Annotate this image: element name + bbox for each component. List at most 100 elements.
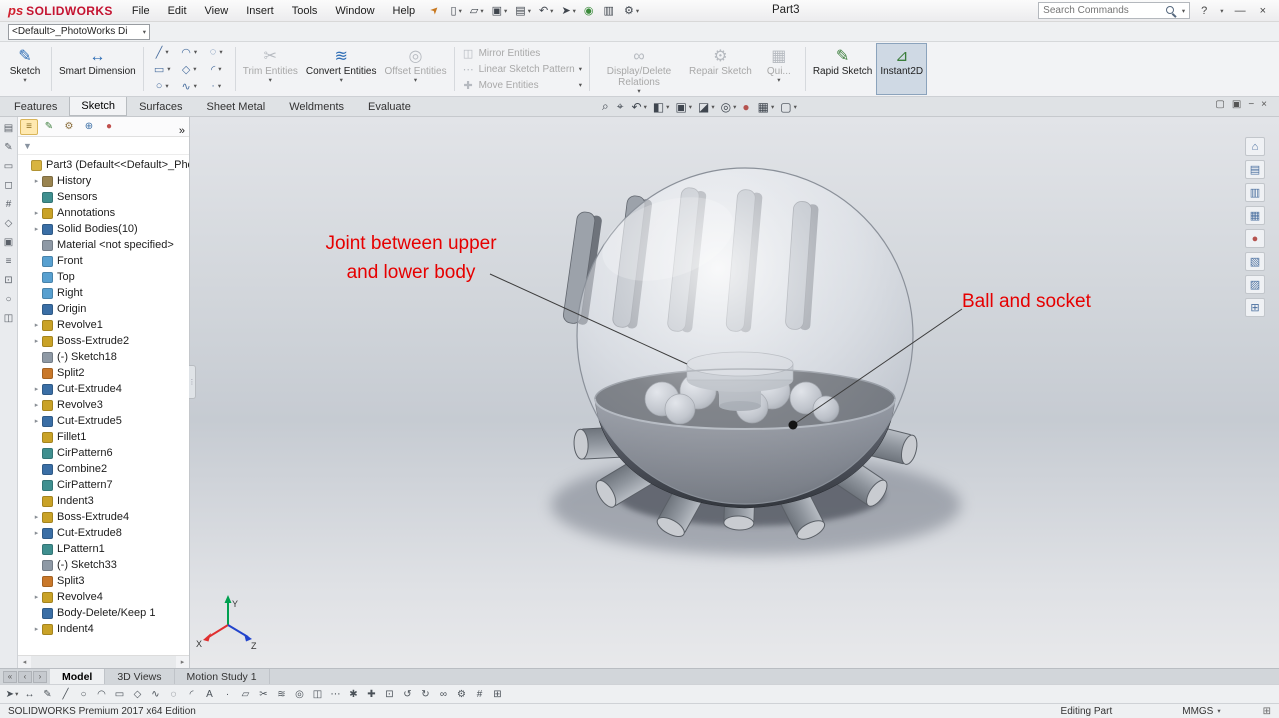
instant2d-button[interactable]: ⊿ Instant2D [876, 43, 928, 95]
viewport-close-icon[interactable]: × [1261, 99, 1267, 110]
offset-entities-button[interactable]: ◎ Offset Entities ▾ [381, 43, 451, 95]
graphics-viewport[interactable]: Y X Z Joint between upper and lower body… [190, 117, 1279, 668]
arc-tool[interactable]: ◠ ▾ [176, 44, 203, 61]
propertymanager-tab-icon[interactable]: ✎ [40, 119, 58, 135]
menu-item[interactable]: Window [326, 1, 383, 21]
rapid-sketch-button[interactable]: ✎ Rapid Sketch [809, 43, 876, 95]
file-properties-icon[interactable]: ▥ [600, 2, 620, 19]
zoom-to-area-icon[interactable]: ⌖ [615, 98, 628, 115]
ellipse-tool[interactable]: ◌ [166, 687, 182, 702]
expand-arrow-icon[interactable]: ▸ [31, 177, 42, 185]
menu-item[interactable]: Help [384, 1, 425, 21]
apply-scene-icon[interactable]: ▦ ▾ [756, 99, 777, 115]
trim-entities-button[interactable]: ✂ Trim Entities ▾ [239, 43, 302, 95]
print-icon[interactable]: ▤ ▾ [511, 2, 535, 19]
tree-horizontal-scrollbar[interactable]: ◂ ▸ [18, 655, 189, 668]
tree-item[interactable]: ▸ Revolve1 [18, 317, 189, 333]
tree-item[interactable]: ▸ Indent4 [18, 621, 189, 637]
search-commands-input[interactable] [1043, 5, 1162, 16]
expand-arrow-icon[interactable]: ▸ [31, 513, 42, 521]
tree-item[interactable]: ▸ Revolve3 [18, 397, 189, 413]
menu-item[interactable]: Tools [283, 1, 327, 21]
relations-tool[interactable]: ∞ [436, 687, 452, 702]
expand-arrow-icon[interactable]: ▸ [31, 337, 42, 345]
custom-properties-icon[interactable]: ▧ [1245, 252, 1265, 271]
tree-item[interactable]: (-) Sketch33 [18, 557, 189, 573]
file-explorer-icon[interactable]: ▥ [1245, 183, 1265, 202]
circular-pattern-tool[interactable]: ✱ [346, 687, 362, 702]
dock-toolbar-icon[interactable]: ◫ [4, 313, 13, 324]
ball-socket-point[interactable] [788, 420, 798, 430]
annotation-joint[interactable]: Joint between upper and lower body [278, 229, 544, 288]
tree-item[interactable]: Front [18, 253, 189, 269]
statusbar-expand-icon[interactable]: ⊞ [1263, 706, 1271, 717]
linear-sketch-pattern-button[interactable]: ⋯ Linear Sketch Pattern ▾ [458, 62, 586, 77]
viewport-restore-icon[interactable]: ▣ [1232, 99, 1241, 110]
search-icon[interactable] [1165, 5, 1177, 17]
move-entities-button[interactable]: ✚ Move Entities ▾ [458, 78, 586, 93]
dock-toolbar-icon[interactable]: ⊡ [4, 275, 12, 286]
tree-item[interactable]: ▸ Solid Bodies(10) [18, 221, 189, 237]
tree-item[interactable]: Top [18, 269, 189, 285]
zoom-to-fit-icon[interactable]: ⌕ [600, 98, 613, 115]
polygon-tool[interactable]: ◇ [130, 687, 146, 702]
tab-3d-views[interactable]: 3D Views [105, 669, 175, 684]
scroll-right-icon[interactable]: ▸ [176, 658, 189, 666]
quick-snaps-button[interactable]: ▦ Qui... ▾ [756, 43, 802, 95]
view-settings-icon[interactable]: ▢ ▾ [778, 99, 799, 115]
expand-arrow-icon[interactable]: ▸ [31, 321, 42, 329]
tab-evaluate[interactable]: Evaluate [356, 97, 423, 116]
tree-item[interactable]: Part3 (Default<<Default>_PhotoW [18, 157, 189, 173]
circle-tool[interactable]: ○ ▾ [149, 78, 176, 95]
move-tool[interactable]: ✚ [364, 687, 380, 702]
smart-dimension-button[interactable]: ↔ Smart Dimension [55, 43, 140, 95]
expand-arrow-icon[interactable]: ▸ [31, 593, 42, 601]
tab-sketch[interactable]: Sketch [69, 96, 128, 116]
mirror-tool[interactable]: ◫ [310, 687, 326, 702]
mirror-entities-button[interactable]: ◫ Mirror Entities [458, 46, 586, 61]
menu-item[interactable]: File [123, 1, 159, 21]
tree-item[interactable]: Right [18, 285, 189, 301]
configurationmanager-tab-icon[interactable]: ⚙ [60, 119, 78, 135]
displaymanager-tab-icon[interactable]: ● [100, 119, 118, 135]
tree-item[interactable]: ▸ History [18, 173, 189, 189]
convert-entities-tool[interactable]: ≋ [274, 687, 290, 702]
pin-icon[interactable]: ➤ [428, 4, 442, 18]
solidworks-forum-icon[interactable]: ▨ [1245, 275, 1265, 294]
model-canvas[interactable]: Y X Z [190, 117, 1279, 668]
expand-arrow-icon[interactable]: ▸ [31, 625, 42, 633]
expand-arrow-icon[interactable]: ▸ [31, 385, 42, 393]
menu-item[interactable]: Insert [237, 1, 283, 21]
tree-item[interactable]: Material <not specified> [18, 237, 189, 253]
search-caret-icon[interactable]: ▾ [1182, 7, 1185, 15]
spline-tool[interactable]: ∿ [148, 687, 164, 702]
tree-item[interactable]: Fillet1 [18, 429, 189, 445]
linear-pattern-tool[interactable]: ⋯ [328, 687, 344, 702]
tab-scroll-prev-icon[interactable]: ‹ [18, 670, 32, 683]
tree-item[interactable]: LPattern1 [18, 541, 189, 557]
expand-arrow-icon[interactable]: ▸ [31, 209, 42, 217]
tab-surfaces[interactable]: Surfaces [127, 97, 194, 116]
display-delete-relations-button[interactable]: ∞ Display/Delete Relations ▾ [593, 43, 685, 95]
appearances-icon[interactable]: ● [1245, 229, 1265, 248]
tab-motion-study-1[interactable]: Motion Study 1 [175, 669, 270, 684]
snap-tool[interactable]: # [472, 687, 488, 702]
spline-tool[interactable]: ∿ ▾ [176, 78, 203, 95]
edit-appearance-icon[interactable]: ● [740, 99, 753, 115]
plane-tool[interactable]: ▱ [238, 687, 254, 702]
configuration-dropdown[interactable]: <Default>_PhotoWorks Di ▾ [8, 23, 150, 40]
tree-item[interactable]: ▸ Annotations [18, 205, 189, 221]
tree-item[interactable]: ▸ Boss-Extrude4 [18, 509, 189, 525]
options-icon[interactable]: ⚙ ▾ [620, 2, 643, 19]
xpress-products-icon[interactable]: ⊞ [1245, 298, 1265, 317]
select-tool[interactable]: ➤ ▾ [4, 687, 20, 702]
help-button[interactable]: ? [1198, 5, 1210, 17]
tree-tabs-expand-icon[interactable]: » [177, 121, 187, 141]
point-tool[interactable]: · [220, 687, 236, 702]
tree-item[interactable]: Origin [18, 301, 189, 317]
panel-splitter[interactable]: ⋮ [189, 365, 196, 399]
grid-tool[interactable]: ⊞ [490, 687, 506, 702]
dock-toolbar-icon[interactable]: ▣ [4, 237, 13, 248]
sketch-button[interactable]: ✎ Sketch ▾ [2, 43, 48, 95]
circle-tool[interactable]: ○ [76, 687, 92, 702]
